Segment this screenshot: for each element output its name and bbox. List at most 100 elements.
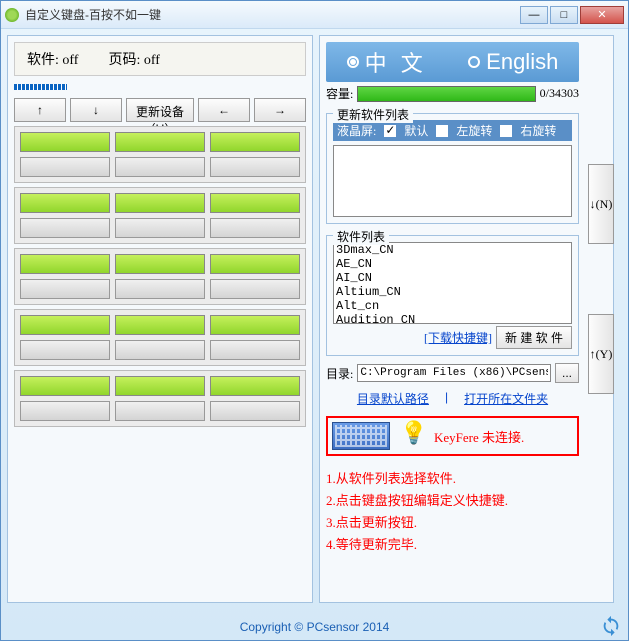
open-folder-link[interactable]: 打开所在文件夹: [464, 390, 548, 407]
key-button[interactable]: [20, 254, 110, 274]
key-button[interactable]: [210, 401, 300, 421]
list-item[interactable]: 3Dmax_CN: [334, 243, 571, 257]
progress-indicator: [14, 84, 67, 90]
rotate-right-checkbox[interactable]: [500, 125, 512, 137]
default-path-link[interactable]: 目录默认路径: [357, 390, 429, 407]
list-item[interactable]: Altium_CN: [334, 285, 571, 299]
move-down-button[interactable]: ↓ (N): [588, 164, 614, 244]
list-item[interactable]: AI_CN: [334, 271, 571, 285]
key-button[interactable]: [115, 401, 205, 421]
key-button[interactable]: [20, 401, 110, 421]
status-bar: 软件: off 页码: off: [14, 42, 306, 76]
key-button[interactable]: [210, 279, 300, 299]
key-button[interactable]: [20, 376, 110, 396]
instruction-step: 2.点击键盘按钮编辑定义快捷键.: [326, 490, 579, 509]
language-chinese-option[interactable]: 中 文: [347, 46, 427, 78]
radio-icon: [468, 56, 480, 68]
maximize-button[interactable]: □: [550, 6, 578, 24]
scroll-up-button[interactable]: ↑: [14, 98, 66, 122]
radio-icon: [347, 56, 359, 68]
window-title: 自定义键盘-百按不如一键: [25, 6, 520, 23]
page-value: off: [144, 53, 160, 68]
list-item[interactable]: Audition_CN: [334, 313, 571, 324]
group-title: 软件列表: [333, 228, 389, 245]
scroll-down-button[interactable]: ↓: [70, 98, 122, 122]
move-up-button[interactable]: ↑ (Y): [588, 314, 614, 394]
keyboard-icon[interactable]: [332, 422, 390, 450]
directory-label: 目录:: [326, 365, 353, 382]
key-group: [14, 309, 306, 366]
key-group: [14, 248, 306, 305]
key-button[interactable]: [210, 315, 300, 335]
scroll-left-button[interactable]: ←: [198, 98, 250, 122]
instruction-step: 1.从软件列表选择软件.: [326, 468, 579, 487]
list-item[interactable]: AE_CN: [334, 257, 571, 271]
lightbulb-icon: [400, 422, 424, 450]
key-button[interactable]: [115, 193, 205, 213]
key-group: [14, 126, 306, 183]
key-button[interactable]: [20, 193, 110, 213]
lcd-label: 液晶屏:: [337, 122, 376, 139]
software-label: 软件:: [27, 53, 59, 68]
key-group: [14, 370, 306, 427]
footer: Copyright © PCsensor 2014: [1, 614, 628, 640]
key-button[interactable]: [20, 315, 110, 335]
connection-status: KeyFere 未连接.: [434, 427, 524, 446]
capacity-bar: [357, 86, 535, 102]
left-panel: 软件: off 页码: off ↑ ↓ 更新设备（U） ← →: [7, 35, 313, 603]
minimize-button[interactable]: —: [520, 6, 548, 24]
key-button[interactable]: [20, 157, 110, 177]
keyboard-status-row: KeyFere 未连接.: [326, 416, 579, 456]
scroll-right-button[interactable]: →: [254, 98, 306, 122]
key-button[interactable]: [115, 132, 205, 152]
key-button[interactable]: [115, 157, 205, 177]
instructions: 1.从软件列表选择软件. 2.点击键盘按钮编辑定义快捷键. 3.点击更新按钮. …: [326, 465, 579, 556]
language-english-option[interactable]: English: [468, 49, 558, 75]
key-button[interactable]: [210, 254, 300, 274]
key-button[interactable]: [210, 340, 300, 360]
app-icon: [5, 8, 19, 22]
key-button[interactable]: [20, 218, 110, 238]
instruction-step: 4.等待更新完毕.: [326, 534, 579, 553]
key-button[interactable]: [115, 279, 205, 299]
close-button[interactable]: ✕: [580, 6, 624, 24]
rotate-left-checkbox[interactable]: [436, 125, 448, 137]
key-button[interactable]: [20, 340, 110, 360]
key-button[interactable]: [115, 340, 205, 360]
list-item[interactable]: Alt_cn: [334, 299, 571, 313]
instruction-step: 3.点击更新按钮.: [326, 512, 579, 531]
key-button[interactable]: [115, 218, 205, 238]
update-software-group: 更新软件列表 液晶屏: 默认 左旋转 右旋转: [326, 113, 579, 224]
titlebar[interactable]: 自定义键盘-百按不如一键 — □ ✕: [1, 1, 628, 29]
right-panel: 中 文 English 容量: 0/34303 更新软件列表 液晶屏: 默认 左…: [319, 35, 614, 603]
key-button[interactable]: [115, 376, 205, 396]
update-software-listbox[interactable]: [333, 145, 572, 217]
capacity-value: 0/34303: [540, 86, 579, 101]
group-title: 更新软件列表: [333, 106, 413, 123]
software-list-group: 软件列表 3Dmax_CNAE_CNAI_CNAltium_CNAlt_cnAu…: [326, 235, 579, 356]
key-button[interactable]: [210, 193, 300, 213]
key-button[interactable]: [210, 218, 300, 238]
capacity-label: 容量:: [326, 85, 353, 102]
default-checkbox[interactable]: [384, 125, 396, 137]
separator: |: [445, 390, 448, 407]
main-window: 自定义键盘-百按不如一键 — □ ✕ 软件: off 页码: off ↑ ↓ 更…: [0, 0, 629, 641]
key-button[interactable]: [210, 376, 300, 396]
key-button[interactable]: [20, 132, 110, 152]
key-button[interactable]: [115, 254, 205, 274]
key-group: [14, 187, 306, 244]
directory-input[interactable]: [357, 364, 551, 382]
key-button[interactable]: [210, 157, 300, 177]
software-value: off: [62, 53, 78, 68]
key-button[interactable]: [210, 132, 300, 152]
copyright-text: Copyright © PCsensor 2014: [240, 620, 390, 634]
refresh-icon[interactable]: [600, 615, 622, 637]
key-button[interactable]: [115, 315, 205, 335]
update-device-button[interactable]: 更新设备（U）: [126, 98, 194, 122]
new-software-button[interactable]: 新 建 软 件: [496, 326, 572, 349]
download-shortcuts-link[interactable]: [下载快捷键]: [424, 329, 492, 346]
page-label: 页码:: [108, 53, 140, 68]
software-listbox[interactable]: 3Dmax_CNAE_CNAI_CNAltium_CNAlt_cnAuditio…: [333, 242, 572, 324]
browse-button[interactable]: ...: [555, 363, 579, 383]
key-button[interactable]: [20, 279, 110, 299]
